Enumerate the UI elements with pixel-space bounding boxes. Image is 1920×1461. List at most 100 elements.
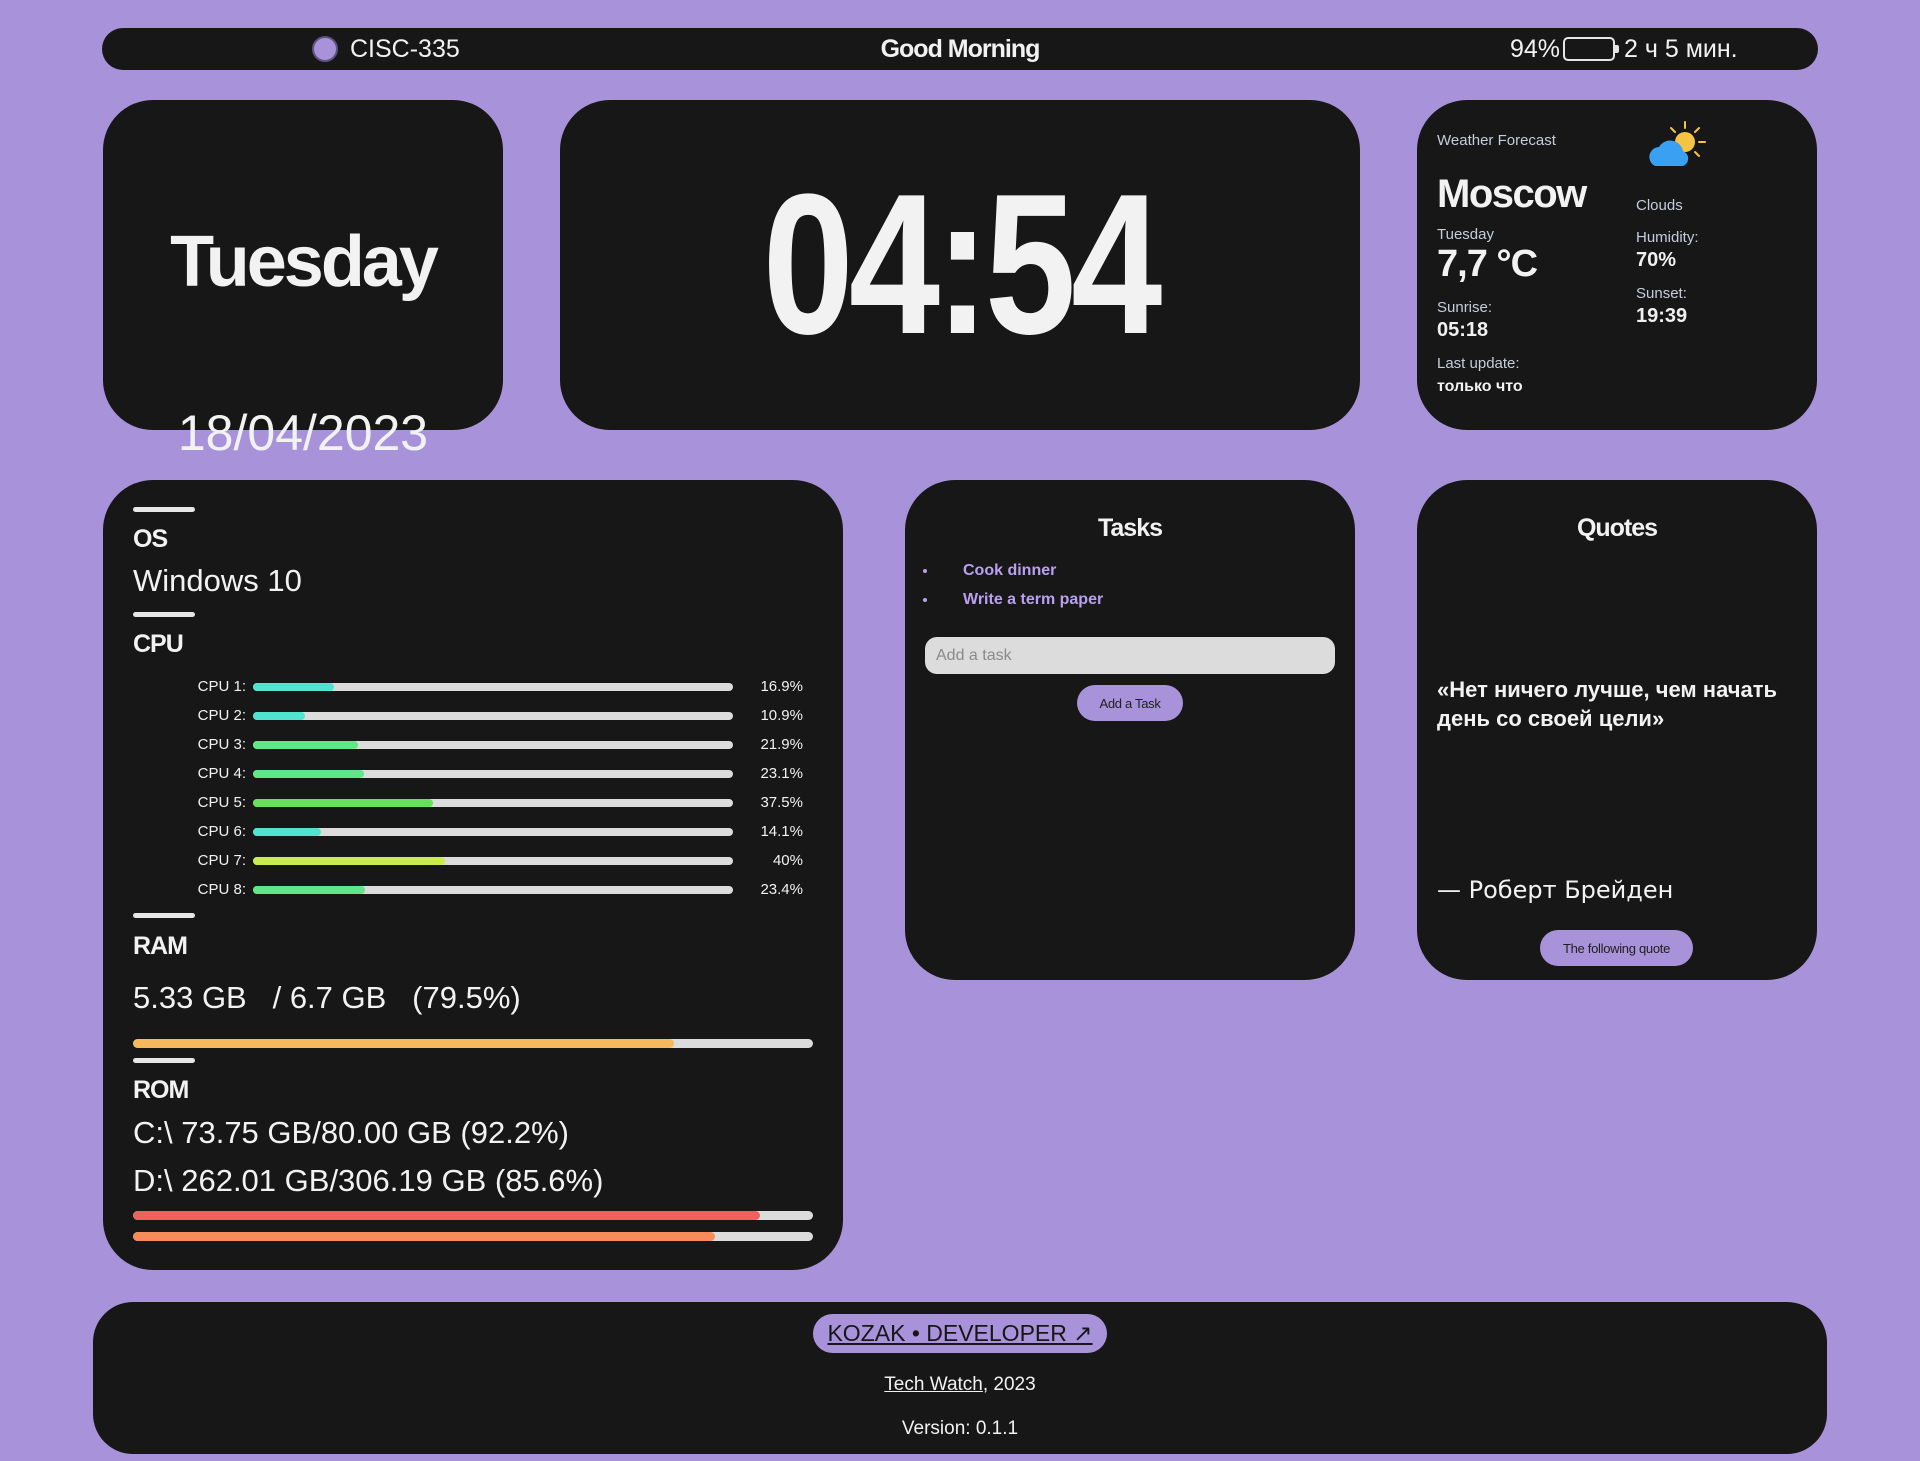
add-task-button[interactable]: Add a Task	[1077, 685, 1183, 721]
clock-card: 04:54	[560, 100, 1360, 430]
cpu-bar	[253, 770, 733, 778]
ram-total: / 6.7 GB	[272, 980, 387, 1015]
weather-city: Moscow	[1437, 172, 1587, 216]
cpu-label: CPU 3:	[197, 736, 246, 753]
quote-text: «Нет ничего лучше, чем начать день со св…	[1437, 677, 1778, 731]
task-item[interactable]: Cook dinner	[915, 556, 1103, 585]
quote-author: — Роберт Брейден	[1437, 876, 1674, 904]
clock-time: 04:54	[762, 153, 1163, 376]
cpu-bar-fill	[253, 712, 306, 720]
quotes-title: Quotes	[1576, 514, 1658, 542]
cpu-label: CPU 4:	[197, 765, 246, 782]
date-card: Tuesday 18/04/2023	[103, 100, 503, 461]
ram-used: 5.33 GB	[133, 980, 247, 1015]
drive-c-bar	[133, 1211, 813, 1220]
cpu-percent: 10.9%	[760, 707, 803, 724]
cpu-row: CPU 2: 10.9%	[103, 706, 843, 726]
drive-d-bar	[133, 1232, 813, 1241]
battery-icon	[1563, 37, 1620, 61]
cpu-percent: 16.9%	[760, 678, 803, 695]
cpu-label: CPU 2:	[197, 707, 246, 724]
cpu-bar	[253, 741, 733, 749]
task-list: Cook dinner Write a term paper	[915, 556, 1103, 614]
sunrise-label: Sunrise:	[1437, 299, 1493, 316]
cpu-bar-fill	[253, 770, 364, 778]
cpu-bar	[253, 799, 733, 807]
ram-bar-fill	[133, 1039, 674, 1048]
weather-condition: Clouds	[1636, 197, 1683, 214]
date-value: 18/04/2023	[177, 405, 429, 461]
section-divider	[133, 612, 195, 617]
drive-c-bar-fill	[133, 1211, 760, 1220]
top-bar: CISC-335 Good Morning 94% 2 ч 5 мин.	[102, 28, 1818, 70]
cpu-percent: 14.1%	[760, 823, 803, 840]
cpu-percent: 37.5%	[760, 794, 803, 811]
weather-card: Weather Forecast Moscow Clouds Tuesday 7…	[1417, 100, 1817, 430]
battery-percent: 94%	[1510, 34, 1561, 63]
os-value: Windows 10	[133, 563, 302, 598]
add-task-input[interactable]	[925, 637, 1335, 674]
battery-status: 94% 2 ч 5 мин.	[1510, 28, 1738, 70]
ram-percent: (79.5%)	[412, 980, 521, 1015]
cpu-row: CPU 7: 40%	[103, 851, 843, 871]
cpu-row: CPU 3: 21.9%	[103, 735, 843, 755]
cpu-label: CPU 5:	[197, 794, 246, 811]
next-quote-button[interactable]: The following quote	[1540, 930, 1693, 966]
ram-usage: 5.33 GB / 6.7 GB (79.5%)	[133, 980, 521, 1016]
humidity-value: 70%	[1636, 249, 1677, 271]
cpu-bar-fill	[253, 886, 366, 894]
sunrise-value: 05:18	[1437, 319, 1489, 341]
cpu-bar-fill	[253, 828, 321, 836]
developer-link[interactable]: KOZAK • DEVELOPER ↗	[813, 1314, 1107, 1353]
cpu-label: CPU 7:	[197, 852, 246, 869]
cpu-label: CPU 6:	[197, 823, 246, 840]
footer-year: , 2023	[982, 1374, 1036, 1395]
cpu-bar	[253, 828, 733, 836]
footer: KOZAK • DEVELOPER ↗ Tech Watch, 2023 Ver…	[93, 1302, 1827, 1454]
cpu-row: CPU 4: 23.1%	[103, 764, 843, 784]
weekday: Tuesday	[170, 222, 439, 302]
battery-time: 2 ч 5 мин.	[1624, 34, 1738, 63]
cpu-row: CPU 1: 16.9%	[103, 677, 843, 697]
tasks-card: Tasks Cook dinner Write a term paper Add…	[905, 480, 1355, 980]
sunset-label: Sunset:	[1636, 285, 1687, 302]
cpu-percent: 23.4%	[760, 881, 803, 898]
cpu-row: CPU 5: 37.5%	[103, 793, 843, 813]
cpu-percent: 40%	[772, 852, 803, 869]
last-update-value: только что	[1437, 378, 1523, 395]
footer-project: Tech Watch, 2023	[93, 1374, 1827, 1396]
cpu-percent: 23.1%	[760, 765, 803, 782]
os-heading: OS	[133, 525, 168, 553]
drive-c-usage: C:\ 73.75 GB/80.00 GB (92.2%)	[133, 1115, 569, 1150]
footer-version: Version: 0.1.1	[901, 1418, 1019, 1439]
cpu-bar-fill	[253, 799, 433, 807]
weather-temperature: 7,7 °C	[1437, 243, 1538, 285]
rom-heading: ROM	[133, 1076, 189, 1104]
weather-day: Tuesday	[1437, 226, 1494, 243]
sunset-value: 19:39	[1636, 305, 1688, 327]
cpu-bar	[253, 886, 733, 894]
section-divider	[133, 913, 195, 918]
project-link[interactable]: Tech Watch	[884, 1374, 983, 1395]
cpu-label: CPU 8:	[197, 881, 246, 898]
cpu-label: CPU 1:	[197, 678, 246, 695]
section-divider	[133, 1058, 195, 1063]
partly-cloudy-icon	[1649, 121, 1706, 166]
system-info-card: OS Windows 10 CPU CPU 1: 16.9% CPU 2: 10.9%…	[103, 480, 843, 1270]
cpu-percent: 21.9%	[760, 736, 803, 753]
cpu-bar-fill	[253, 741, 359, 749]
cpu-bar-fill	[253, 857, 445, 865]
cpu-bar	[253, 712, 733, 720]
cpu-heading: CPU	[133, 630, 184, 658]
task-item[interactable]: Write a term paper	[915, 585, 1103, 614]
cpu-bar-fill	[253, 683, 335, 691]
cpu-row: CPU 8: 23.4%	[103, 880, 843, 900]
cpu-bar	[253, 683, 733, 691]
last-update-label: Last update:	[1437, 355, 1520, 372]
humidity-label: Humidity:	[1636, 229, 1699, 246]
ram-bar	[133, 1039, 813, 1048]
quotes-card: Quotes «Нет ничего лучше, чем начать ден…	[1417, 480, 1817, 980]
ram-heading: RAM	[133, 932, 188, 960]
tasks-title: Tasks	[1097, 514, 1163, 542]
section-divider	[133, 507, 195, 512]
